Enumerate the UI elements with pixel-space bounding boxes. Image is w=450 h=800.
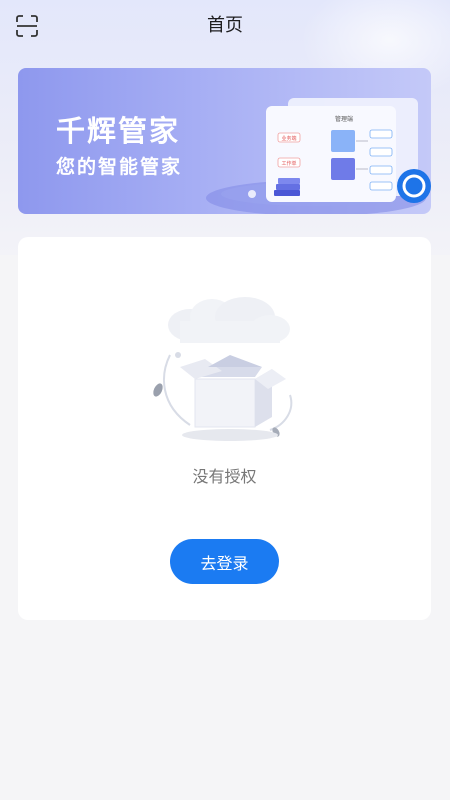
scan-icon[interactable] (16, 15, 38, 37)
empty-state-message: 没有授权 (192, 467, 257, 486)
promo-banner[interactable]: 千辉管家 您的智能管家 业务端 工作单 管理端 (18, 68, 431, 214)
banner-title: 千辉管家 (56, 114, 181, 148)
illustration-label-admin: 管理端 (335, 115, 353, 123)
banner-subtitle: 您的智能管家 (56, 156, 183, 178)
top-navigation-bar: 首页 (0, 0, 450, 52)
illustration-label-business: 业务端 (281, 135, 296, 142)
page-title: 首页 (207, 15, 243, 36)
dashboard-illustration: 业务端 工作单 管理端 (206, 98, 431, 214)
empty-box-icon (153, 297, 293, 441)
illustration-label-workorder: 工作单 (281, 160, 296, 167)
content-card: 没有授权 去登录 (18, 237, 431, 620)
login-button[interactable]: 去登录 (170, 539, 279, 584)
